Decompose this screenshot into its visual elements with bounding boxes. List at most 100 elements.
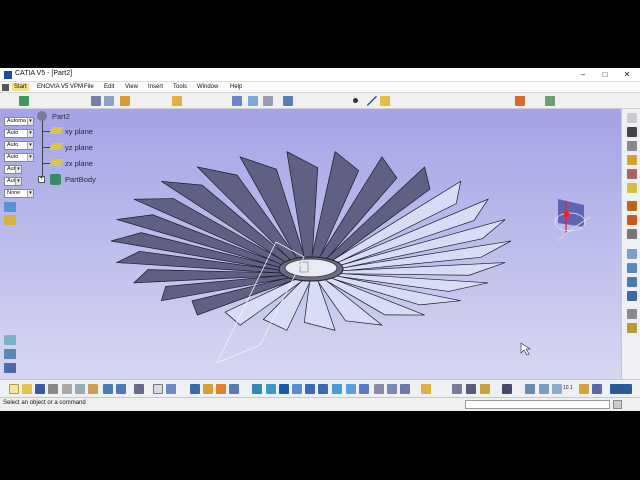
tree-item-xy-plane[interactable]: xy plane (65, 127, 93, 136)
point-icon[interactable] (353, 98, 358, 103)
normal-icon[interactable] (592, 384, 602, 394)
fan-hub-inner[interactable] (284, 258, 338, 278)
combo-render-style[interactable]: None ▾ (4, 189, 34, 198)
menu-start[interactable]: Start (12, 83, 29, 91)
stiffener-icon[interactable] (627, 229, 637, 239)
scan-icon[interactable] (525, 384, 535, 394)
apply-material-icon[interactable] (452, 384, 462, 394)
sketch-icon[interactable] (91, 96, 101, 106)
swap-visible-icon[interactable] (263, 96, 273, 106)
multi-view-icon[interactable] (346, 384, 356, 394)
plane-ref-icon[interactable] (380, 96, 390, 106)
combo-color[interactable]: Automa ▾ (4, 117, 34, 126)
iso-view-icon[interactable] (359, 384, 369, 394)
line-icon[interactable] (367, 96, 377, 106)
hide-show-icon[interactable] (387, 384, 397, 394)
tree-item-part2[interactable]: Part2 (52, 112, 70, 121)
measure-item-icon[interactable] (216, 384, 226, 394)
mirror-icon[interactable] (627, 323, 637, 333)
menu-file[interactable]: File (84, 84, 94, 90)
combo-point-symbol[interactable]: Aut ▾ (4, 165, 22, 174)
pan-icon[interactable] (279, 384, 289, 394)
minimize-button[interactable]: – (575, 69, 591, 81)
positioned-sketch-icon[interactable] (104, 96, 114, 106)
combo-layer[interactable]: Aut ▾ (4, 177, 22, 186)
tree-item-yz-plane[interactable]: yz plane (65, 143, 93, 152)
rotate-view-icon[interactable] (292, 384, 302, 394)
zoom-out-icon[interactable] (318, 384, 328, 394)
fan-blades[interactable] (110, 151, 512, 331)
save-icon[interactable] (35, 384, 45, 394)
plane-icon[interactable] (172, 96, 182, 106)
expand-toggle[interactable]: + (38, 176, 45, 183)
zoom-in-icon[interactable] (305, 384, 315, 394)
undo-icon[interactable] (103, 384, 113, 394)
hide-show-icon[interactable] (248, 96, 258, 106)
sketch-analysis-icon[interactable] (421, 384, 431, 394)
groove-icon[interactable] (627, 169, 637, 179)
maximize-button[interactable]: □ (597, 69, 613, 81)
rib-icon[interactable] (627, 201, 637, 211)
formula-icon[interactable] (153, 384, 163, 394)
painter-icon[interactable] (4, 202, 16, 212)
quick-view-icon[interactable] (579, 384, 589, 394)
rotate-icon[interactable] (283, 96, 293, 106)
command-icon[interactable] (613, 400, 622, 409)
sketcher-icon[interactable] (627, 113, 637, 123)
combo-line-thickness[interactable]: Auto ▾ (4, 141, 34, 150)
chamfer-icon[interactable] (627, 263, 637, 273)
lock-icon[interactable] (480, 384, 490, 394)
print-icon[interactable] (48, 384, 58, 394)
menu-help[interactable]: Help (230, 84, 242, 90)
axis-system-icon[interactable] (232, 96, 242, 106)
fly-mode-icon[interactable] (252, 384, 262, 394)
open-file-icon[interactable] (22, 384, 32, 394)
capture-icon[interactable] (502, 384, 512, 394)
new-file-icon[interactable] (9, 384, 19, 394)
update-icon[interactable] (552, 384, 562, 394)
3d-viewport[interactable]: Automa ▾ Auto ▾ Auto ▾ Auto ▾ Aut ▾ Aut ▾ None… (0, 109, 621, 379)
tree-item-partbody[interactable]: PartBody (65, 175, 96, 184)
tree-item-zx-plane[interactable]: zx plane (65, 159, 93, 168)
fit-all-icon[interactable] (266, 384, 276, 394)
knowledge-icon[interactable] (166, 384, 176, 394)
redo-icon[interactable] (116, 384, 126, 394)
normal-view-icon[interactable] (332, 384, 342, 394)
copy-icon[interactable] (75, 384, 85, 394)
inertia-icon[interactable] (229, 384, 239, 394)
workbench-icon[interactable] (19, 96, 29, 106)
pocket-icon[interactable] (627, 141, 637, 151)
command-input[interactable] (465, 400, 610, 409)
combo-line-type[interactable]: Auto ▾ (4, 153, 34, 162)
menu-tools[interactable]: Tools (173, 84, 187, 90)
swap-space-icon[interactable] (400, 384, 410, 394)
reorder-icon[interactable] (539, 384, 549, 394)
shell-icon[interactable] (627, 291, 637, 301)
partbody-icon[interactable] (50, 174, 61, 185)
combo-transparency[interactable]: Auto ▾ (4, 129, 34, 138)
paste-icon[interactable] (88, 384, 98, 394)
close-button[interactable]: ✕ (619, 69, 635, 81)
measure-icon[interactable] (545, 96, 555, 106)
scale-icon[interactable] (4, 349, 16, 359)
properties-icon[interactable] (4, 215, 16, 225)
document-menu-icon[interactable] (2, 84, 9, 91)
draft-icon[interactable] (627, 277, 637, 287)
select-icon[interactable] (515, 96, 525, 106)
table-icon[interactable] (190, 384, 200, 394)
fan-model[interactable] (0, 109, 621, 379)
tools-palette-icon[interactable] (4, 335, 16, 345)
menu-edit[interactable]: Edit (104, 84, 114, 90)
shaft-icon[interactable] (627, 155, 637, 165)
pad-icon[interactable] (120, 96, 130, 106)
part-icon[interactable] (37, 111, 47, 121)
cut-icon[interactable] (62, 384, 72, 394)
menu-window[interactable]: Window (197, 84, 218, 90)
whats-this-icon[interactable] (134, 384, 144, 394)
pad-icon[interactable] (627, 127, 637, 137)
catalog-icon[interactable] (466, 384, 476, 394)
menu-view[interactable]: View (125, 84, 138, 90)
translate-icon[interactable] (627, 309, 637, 319)
measure-between-icon[interactable] (203, 384, 213, 394)
hole-icon[interactable] (627, 183, 637, 193)
